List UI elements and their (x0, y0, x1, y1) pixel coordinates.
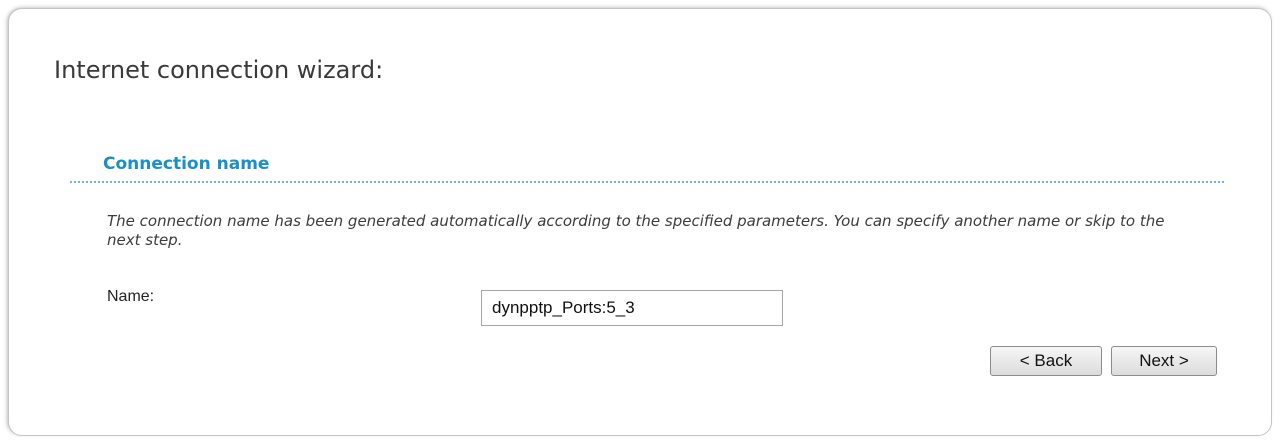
name-field-label: Name: (107, 288, 155, 305)
section-header: Connection name (70, 154, 1224, 183)
section-title: Connection name (70, 154, 1224, 183)
connection-name-input[interactable] (481, 290, 783, 326)
page-title: Internet connection wizard: (54, 56, 384, 84)
back-button[interactable]: < Back (990, 346, 1102, 376)
section-description: The connection name has been generated a… (107, 212, 1165, 249)
next-button[interactable]: Next > (1111, 346, 1217, 376)
